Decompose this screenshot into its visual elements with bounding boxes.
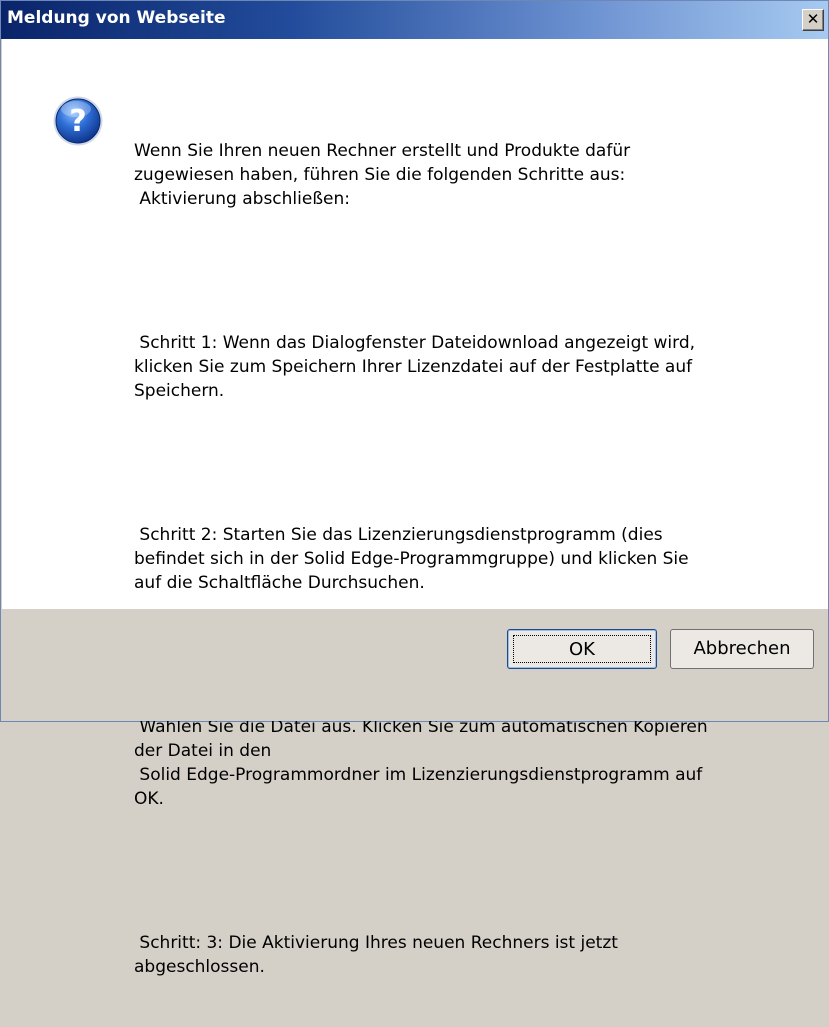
title-bar[interactable]: Meldung von Webseite ✕	[1, 1, 828, 39]
message-paragraph-step3: Schritt: 3: Die Aktivierung Ihres neuen …	[134, 933, 618, 977]
close-icon: ✕	[806, 10, 820, 28]
cancel-button[interactable]: Abbrechen	[670, 629, 814, 669]
ok-button-label: OK	[569, 639, 595, 660]
ok-button-focus-ring: OK	[513, 635, 651, 663]
message-blank-line	[134, 451, 794, 475]
svg-text:?: ?	[69, 104, 86, 139]
message-area: ? Wenn Sie Ihren neuen Rechner erstellt …	[2, 39, 828, 977]
message-text: Wenn Sie Ihren neuen Rechner erstellt un…	[134, 91, 794, 1027]
dialog-title: Meldung von Webseite	[7, 8, 226, 28]
message-paragraph-select-file: Wählen Sie die Datei aus. Klicken Sie zu…	[134, 717, 708, 809]
message-paragraph-step2: Schritt 2: Starten Sie das Lizenzierungs…	[134, 525, 689, 593]
dialog-window: Meldung von Webseite ✕ ? Wenn Sie Ihren …	[0, 0, 829, 977]
button-bar: OK Abbrechen	[2, 609, 828, 721]
question-icon: ?	[53, 96, 103, 146]
message-blank-line	[134, 859, 794, 883]
close-button[interactable]: ✕	[802, 9, 824, 31]
message-blank-line	[134, 259, 794, 283]
message-paragraph-step1: Schritt 1: Wenn das Dialogfenster Dateid…	[134, 333, 696, 401]
ok-button[interactable]: OK	[507, 629, 657, 669]
cancel-button-label: Abbrechen	[693, 638, 791, 659]
message-paragraph-intro: Wenn Sie Ihren neuen Rechner erstellt un…	[134, 141, 631, 209]
